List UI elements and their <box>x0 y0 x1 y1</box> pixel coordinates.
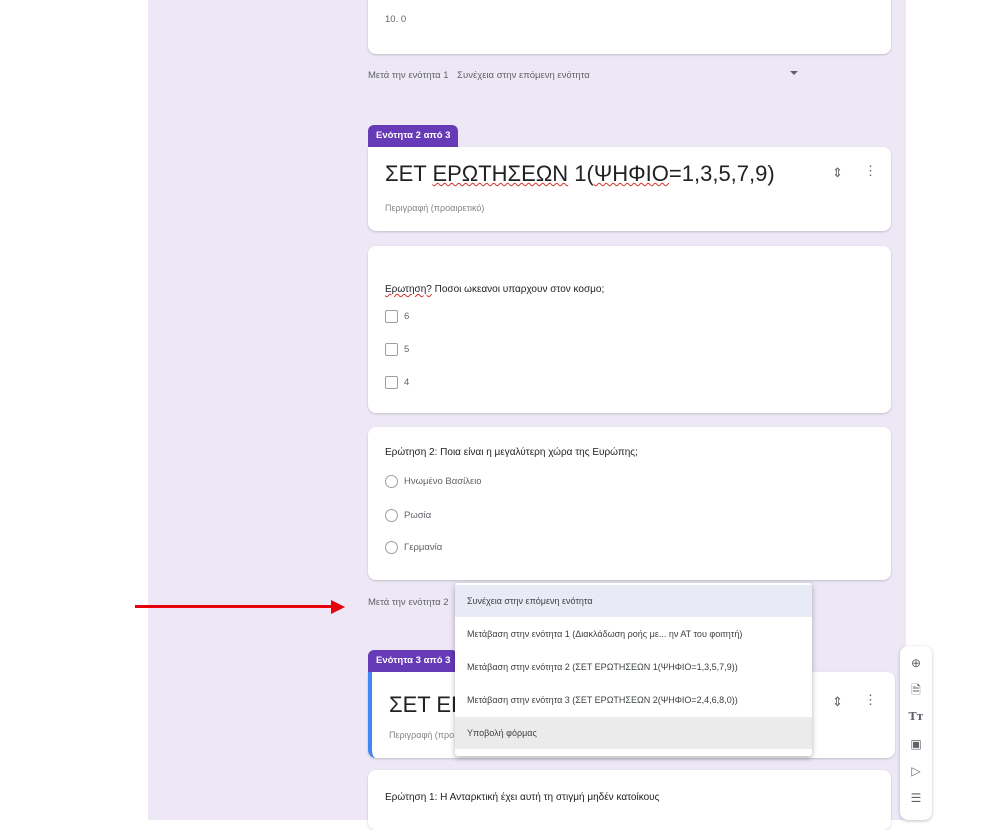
question-card-section1-last[interactable]: 10. 0 <box>368 0 891 54</box>
title-part: ΕΡΩΤΗΣΕΩΝ <box>432 161 569 186</box>
question-card[interactable]: Ερώτηση 1: Η Ανταρκτική έχει αυτή τη στι… <box>368 770 891 830</box>
title-part: Ποσοι ωκεανοι υπαρχουν στον κοσμο; <box>431 284 605 295</box>
add-video-icon[interactable]: ▷ <box>907 762 925 780</box>
more-vert-icon[interactable]: ⋮ <box>864 163 877 179</box>
menu-item-go-section-2[interactable]: Μετάβαση στην ενότητα 2 (ΣΕΤ ΕΡΩΤΗΣΕΩΝ 1… <box>455 651 812 683</box>
menu-item-submit-form[interactable]: Υποβολή φόρμας <box>455 717 812 749</box>
question-title[interactable]: Ερώτηση 2: Ποια είναι η μεγαλύτερη χώρα … <box>385 447 638 458</box>
add-section-icon[interactable]: ☰ <box>907 789 925 807</box>
radio-icon[interactable] <box>385 541 398 554</box>
checkbox-icon[interactable] <box>385 343 398 356</box>
section-description[interactable]: Περιγραφή (προ <box>389 730 454 740</box>
title-part: =1,3,5,7,9) <box>668 161 775 186</box>
collapse-icon[interactable]: ⇕ <box>832 165 843 181</box>
option-label: Ρωσία <box>404 510 432 521</box>
radio-icon[interactable] <box>385 475 398 488</box>
more-vert-icon[interactable]: ⋮ <box>864 692 877 708</box>
section-tag: Ενότητα 2 από 3 <box>368 125 459 147</box>
option-label: 6 <box>404 311 410 322</box>
option-label: Γερμανία <box>404 542 443 553</box>
question-title[interactable]: Ερωτηση? Ποσοι ωκεανοι υπαρχουν στον κοσ… <box>385 284 604 295</box>
option-label: Ηνωμένο Βασίλειο <box>404 476 482 487</box>
title-part: 1( <box>568 161 594 186</box>
after-section-select[interactable]: Συνέχεια στην επόμενη ενότητα <box>457 70 590 81</box>
title-part: Ερωτηση? <box>385 284 432 295</box>
list-item[interactable]: Ρωσία <box>385 509 431 522</box>
section-description[interactable]: Περιγραφή (προαιρετικό) <box>385 203 484 213</box>
list-item: 10. 0 <box>385 14 406 25</box>
list-item[interactable]: 4 <box>385 376 409 389</box>
option-label: 5 <box>404 344 410 355</box>
list-item[interactable]: Ηνωμένο Βασίλειο <box>385 475 482 488</box>
section-header-card[interactable]: ΣΕΤ ΕΡΩΤΗΣΕΩΝ 1(ΨΗΦΙΟ=1,3,5,7,9) Περιγρα… <box>368 147 891 231</box>
add-title-icon[interactable]: Tт <box>907 708 925 726</box>
section-navigation-menu[interactable]: Συνέχεια στην επόμενη ενότητα Μετάβαση σ… <box>455 583 812 756</box>
list-item[interactable]: Γερμανία <box>385 541 442 554</box>
annotation-arrow <box>135 605 335 608</box>
section-title[interactable]: ΣΕΤ ΕΡΩΤΗΣΕΩΝ 1(ΨΗΦΙΟ=1,3,5,7,9) <box>385 161 775 187</box>
option-label: 4 <box>404 377 410 388</box>
menu-item-go-section-1[interactable]: Μετάβαση στην ενότητα 1 (Διακλάδωση ροής… <box>455 618 812 650</box>
collapse-icon[interactable]: ⇕ <box>832 694 843 710</box>
list-item[interactable]: 6 <box>385 310 409 323</box>
annotation-arrow-head <box>331 600 345 614</box>
checkbox-icon[interactable] <box>385 376 398 389</box>
radio-icon[interactable] <box>385 509 398 522</box>
add-question-icon[interactable]: ⊕ <box>907 654 925 672</box>
title-part: ΨΗΦΙΟ <box>593 161 669 186</box>
after-section-1-navigation[interactable]: Μετά την ενότητα 1 Συνέχεια στην επόμενη… <box>368 70 590 81</box>
title-part: ΣΕΤ <box>385 161 433 186</box>
menu-item-continue[interactable]: Συνέχεια στην επόμενη ενότητα <box>455 585 812 617</box>
section-tag: Ενότητα 3 από 3 <box>368 650 459 672</box>
after-section-2-label: Μετά την ενότητα 2 <box>368 597 449 608</box>
question-card[interactable]: Ερωτηση? Ποσοι ωκεανοι υπαρχουν στον κοσ… <box>368 246 891 413</box>
form-toolbar: ⊕ 🗎 Tт ▣ ▷ ☰ <box>900 646 932 820</box>
after-section-label: Μετά την ενότητα 1 <box>368 70 449 81</box>
list-item[interactable]: 5 <box>385 343 409 356</box>
chevron-down-icon[interactable] <box>790 71 798 75</box>
question-card[interactable]: Ερώτηση 2: Ποια είναι η μεγαλύτερη χώρα … <box>368 427 891 580</box>
menu-item-go-section-3[interactable]: Μετάβαση στην ενότητα 3 (ΣΕΤ ΕΡΩΤΗΣΕΩΝ 2… <box>455 684 812 716</box>
question-title[interactable]: Ερώτηση 1: Η Ανταρκτική έχει αυτή τη στι… <box>385 792 659 803</box>
checkbox-icon[interactable] <box>385 310 398 323</box>
add-image-icon[interactable]: ▣ <box>907 735 925 753</box>
import-questions-icon[interactable]: 🗎 <box>907 681 925 699</box>
option-text: 10. 0 <box>385 14 407 25</box>
